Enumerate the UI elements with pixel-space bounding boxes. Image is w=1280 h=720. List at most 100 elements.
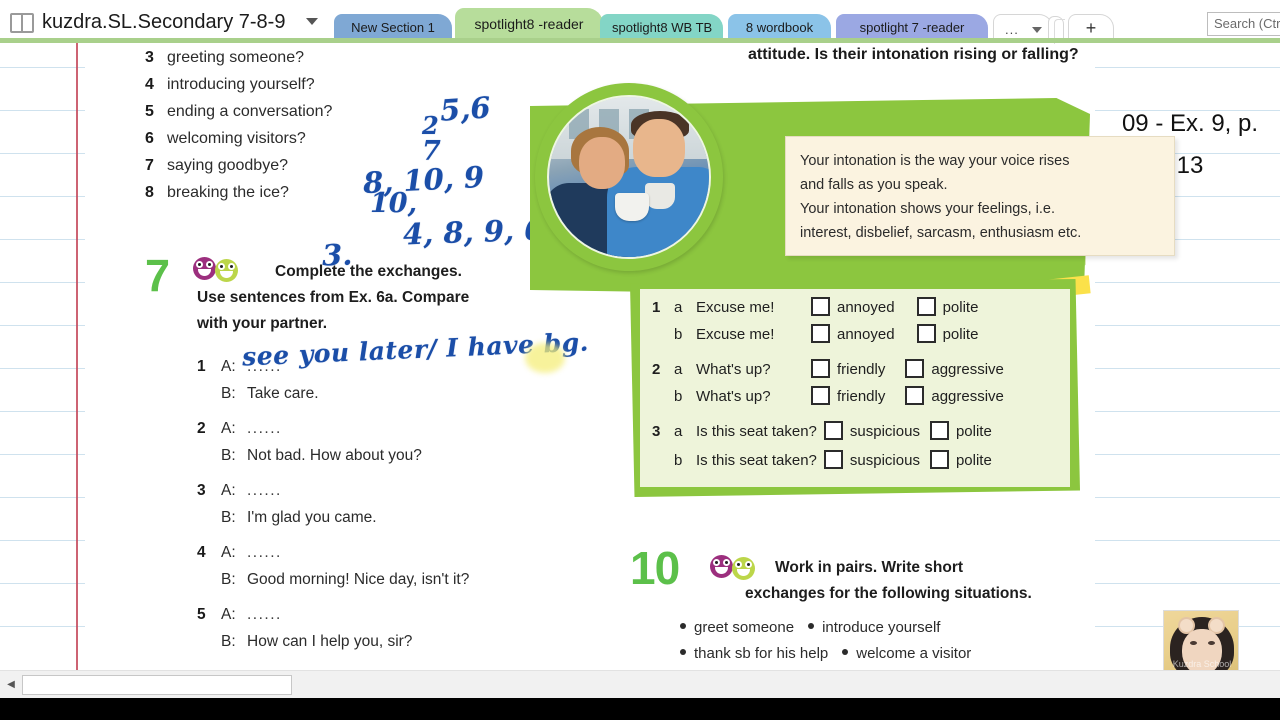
option-label: suspicious xyxy=(849,452,920,469)
checkbox[interactable] xyxy=(905,359,925,378)
list-item: 4 introducing yourself? xyxy=(145,76,445,103)
bullet-icon xyxy=(680,623,686,629)
note-page[interactable]: 3 greeting someone? 4 introducing yourself… xyxy=(0,43,1280,670)
row-phrase: Excuse me! xyxy=(696,326,775,343)
intonation-panel: attitude. Is their intonation rising or … xyxy=(460,43,1175,553)
checkbox[interactable] xyxy=(811,324,830,343)
list-item-text: ending a conversation? xyxy=(167,103,333,120)
list-item-number: 3 xyxy=(145,49,154,66)
tab-bar-underline xyxy=(0,38,1280,43)
red-margin-line xyxy=(76,43,78,670)
list-item-number: 7 xyxy=(145,157,154,174)
checkbox[interactable] xyxy=(811,297,830,316)
option-label: aggressive xyxy=(931,388,1004,405)
bullet-icon xyxy=(808,623,815,629)
photo-man-head xyxy=(633,119,685,177)
option-label: polite xyxy=(955,423,992,440)
checkbox-row: b Is this seat taken? suspicious polite xyxy=(652,450,992,469)
speaker-b-label: B: xyxy=(221,447,236,464)
scanned-textbook-image[interactable]: 3 greeting someone? 4 introducing yourself… xyxy=(85,43,1175,670)
section-tab-spotlight8-reader[interactable]: spotlight8 -reader xyxy=(455,8,603,42)
exercise-10-number: 10 xyxy=(630,542,680,594)
horizontal-scrollbar[interactable]: ◀ xyxy=(0,670,1280,698)
chevron-down-icon[interactable] xyxy=(306,18,318,25)
checkbox[interactable] xyxy=(905,386,925,405)
option-label: friendly xyxy=(837,361,886,378)
exchange-line-a: 5 A:...... xyxy=(197,601,617,628)
blank-dots: ...... xyxy=(247,482,282,499)
mouth xyxy=(737,569,750,576)
photo-woman-head xyxy=(579,137,625,189)
page-note-text[interactable]: 09 - Ex. 9, p. 13 xyxy=(1100,103,1280,187)
avatar-eye xyxy=(1190,641,1197,645)
item-number: 2 xyxy=(197,420,206,437)
blank-dots: ...... xyxy=(247,358,282,375)
speaker-b-text: How can I help you, sir? xyxy=(247,633,413,650)
checkbox[interactable] xyxy=(916,297,936,316)
chevron-down-icon xyxy=(1032,27,1042,33)
bullet-text: introduce yourself xyxy=(822,619,941,636)
checkbox[interactable] xyxy=(916,324,936,343)
option-label: suspicious xyxy=(849,423,920,440)
list-item-text: breaking the ice? xyxy=(167,184,289,201)
checkbox-row: b Excuse me! annoyed polite xyxy=(652,324,978,343)
speaker-a-label: A: xyxy=(221,358,236,375)
blank-dots: ...... xyxy=(247,420,282,437)
speaker-b-label: B: xyxy=(221,509,236,526)
eyes xyxy=(735,561,752,568)
list-item: 3 greeting someone? xyxy=(145,49,445,76)
checkbox[interactable] xyxy=(811,386,830,405)
avatar-eye xyxy=(1208,641,1215,645)
tip-line: interest, disbelief, sarcasm, enthusiasm… xyxy=(800,225,1082,241)
photo-cup xyxy=(615,193,649,221)
list-item-text: saying goodbye? xyxy=(167,157,288,174)
checkbox[interactable] xyxy=(823,421,843,440)
letterbox-bar xyxy=(0,698,1280,720)
notebook-title[interactable]: kuzdra.SL.Secondary 7-8-9 xyxy=(42,8,285,36)
option-label: polite xyxy=(942,299,979,316)
speaker-a-label: A: xyxy=(221,420,236,437)
item-number: 3 xyxy=(197,482,206,499)
row-letter: b xyxy=(674,452,683,469)
speaker-b-label: B: xyxy=(221,571,236,588)
speaker-b-text: I'm glad you came. xyxy=(247,509,377,526)
option-label: polite xyxy=(942,326,979,343)
list-item-number: 8 xyxy=(145,184,154,201)
row-phrase: Excuse me! xyxy=(696,299,775,316)
list-item-text: welcoming visitors? xyxy=(167,130,306,147)
exercise-10-heading-line1: Work in pairs. Write short xyxy=(775,559,964,576)
row-letter: b xyxy=(674,388,683,405)
checkbox-exercise-inner: 1 a Excuse me! annoyed polite b Excuse me! ann… xyxy=(640,289,1070,487)
exchange-line-b: B: Good morning! Nice day, isn't it? xyxy=(197,566,617,593)
speaker-b-text: Good morning! Nice day, isn't it? xyxy=(247,571,470,588)
checkbox[interactable] xyxy=(929,450,949,469)
list-item-number: 4 xyxy=(145,76,154,93)
list-item: 5 ending a conversation? xyxy=(145,103,445,130)
eyes xyxy=(218,263,235,270)
bullet-text: greet someone xyxy=(694,619,795,636)
option-label: aggressive xyxy=(931,361,1004,378)
search-input[interactable]: Search (Ctrl xyxy=(1207,12,1280,36)
checkbox[interactable] xyxy=(929,421,949,440)
scroll-left-arrow-icon[interactable]: ◀ xyxy=(2,675,20,695)
bullet-icon xyxy=(680,649,686,655)
smiley-face-icon xyxy=(732,557,755,580)
speaker-a-label: A: xyxy=(221,482,236,499)
notebook-icon xyxy=(10,13,34,33)
row-phrase: Is this seat taken? xyxy=(696,423,817,440)
exercise-7-number: 7 xyxy=(145,250,171,301)
option-label: annoyed xyxy=(837,299,895,316)
avatar[interactable]: Kuzdra School xyxy=(1163,610,1239,670)
eyes xyxy=(713,559,730,566)
checkbox-row: 2 a What's up? friendly aggressive xyxy=(652,359,1004,378)
scrollbar-thumb[interactable] xyxy=(22,675,292,695)
checkbox[interactable] xyxy=(811,359,830,378)
mouth xyxy=(198,269,211,276)
speaker-b-label: B: xyxy=(221,385,236,402)
exercise-7-heading-line1: Complete the exchanges. xyxy=(275,263,462,280)
avatar-watermark: Kuzdra School xyxy=(1172,659,1232,669)
checkbox[interactable] xyxy=(823,450,843,469)
exchange-line-b: B: How can I help you, sir? xyxy=(197,628,617,655)
checkbox-row: 1 a Excuse me! annoyed polite xyxy=(652,297,978,316)
note-line-1: 09 - Ex. 9, p. xyxy=(1121,110,1259,137)
